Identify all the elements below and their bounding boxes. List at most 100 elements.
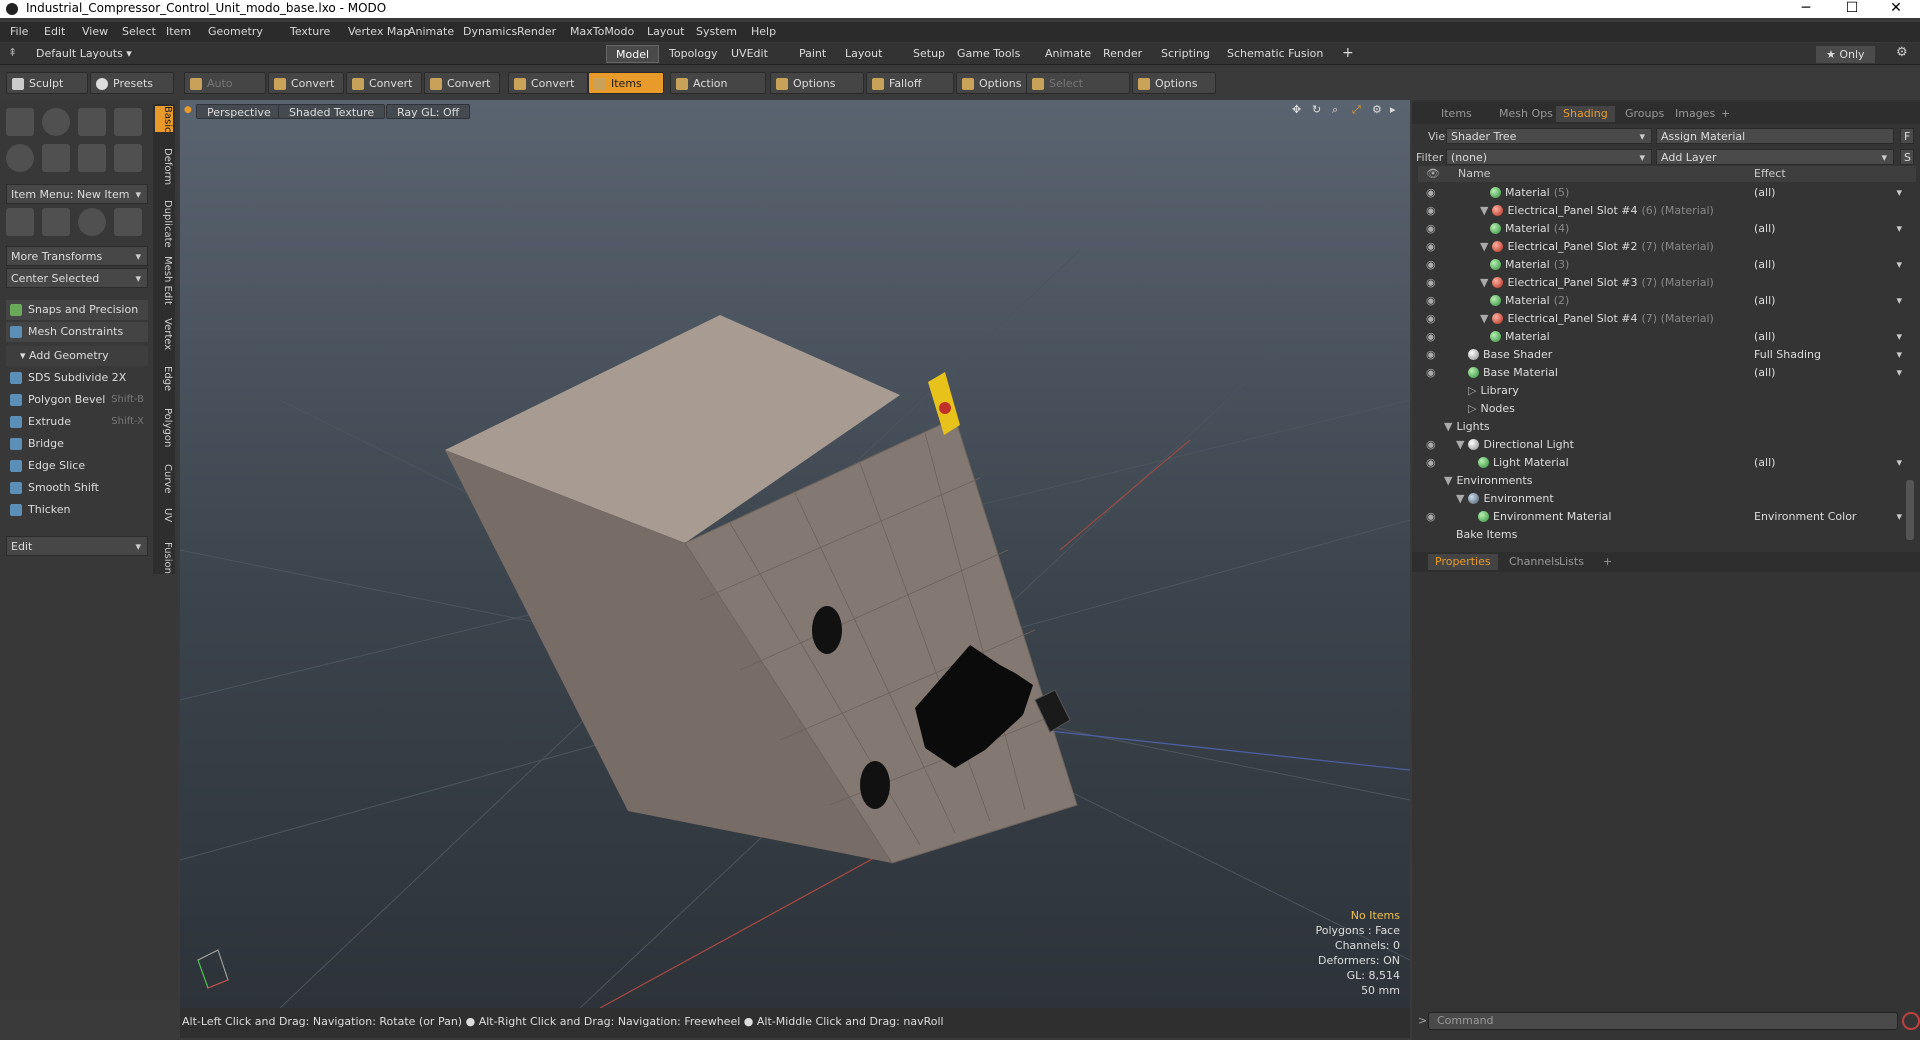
shading-tab-groups[interactable]: Groups [1618, 106, 1671, 122]
expand-arrow-icon[interactable]: ▼ [1456, 492, 1464, 505]
visibility-eye-icon[interactable]: ◉ [1426, 454, 1436, 472]
3d-viewport[interactable]: ● Perspective Shaded Texture Ray GL: Off… [180, 100, 1410, 1008]
menu-dynamics[interactable]: Dynamics [463, 25, 517, 38]
viewport-options-icon[interactable]: ● [184, 105, 192, 115]
minimize-button[interactable]: ─ [1786, 0, 1826, 16]
effect-dropdown[interactable]: (all) [1752, 184, 1904, 202]
filter-dropdown[interactable]: (none) [1446, 149, 1652, 166]
visibility-eye-icon[interactable]: ◉ [1426, 220, 1436, 238]
visibility-eye-icon[interactable]: ◉ [1426, 238, 1436, 256]
sphere-icon[interactable] [42, 108, 70, 136]
menu-vertex-map[interactable]: Vertex Map [348, 25, 410, 38]
perspective-dropdown[interactable]: Perspective [196, 104, 282, 119]
menu-system[interactable]: System [696, 25, 737, 38]
tool-extrude[interactable]: Extrude Shift-X [6, 412, 148, 432]
visibility-eye-icon[interactable]: ◉ [1426, 328, 1436, 346]
tree-row[interactable]: ▼ Lights [1418, 418, 1916, 436]
add-geometry-header[interactable]: ▾ Add Geometry [6, 346, 148, 366]
assign-material-button[interactable]: Assign Material [1656, 128, 1894, 144]
visibility-eye-icon[interactable]: ◉ [1426, 508, 1436, 526]
layout-tab-schematic-fusion[interactable]: Schematic Fusion [1218, 45, 1332, 63]
tree-row[interactable]: ◉ Light Material (all) [1418, 454, 1916, 472]
tree-row[interactable]: ▼ Environments [1418, 472, 1916, 490]
record-icon[interactable] [1902, 1012, 1920, 1030]
visibility-eye-icon[interactable]: ◉ [1426, 202, 1436, 220]
tree-row[interactable]: ◉ ▼ Electrical_Panel Slot #4 (6) (Material) [1418, 202, 1916, 220]
vtab-duplicate[interactable]: Duplicate [155, 200, 173, 248]
menu-animate[interactable]: Animate [408, 25, 454, 38]
shading-tab-items[interactable]: Items [1434, 106, 1479, 122]
visibility-eye-icon[interactable]: ◉ [1426, 184, 1436, 202]
expand-arrow-icon[interactable]: ▼ [1480, 240, 1488, 253]
layout-tab-render[interactable]: Render [1094, 45, 1151, 63]
expand-arrow-icon[interactable]: ▼ [1480, 204, 1488, 217]
expand-arrow-icon[interactable]: ▼ [1444, 420, 1452, 433]
tool-smooth-shift[interactable]: Smooth Shift [6, 478, 148, 498]
vtab-mesh-edit[interactable]: Mesh Edit [155, 256, 173, 305]
visibility-eye-icon[interactable]: ◉ [1426, 346, 1436, 364]
transform-icon[interactable] [6, 208, 34, 236]
menu-file[interactable]: File [10, 25, 28, 38]
expand-arrow-icon[interactable]: ▷ [1468, 384, 1476, 397]
tube-icon[interactable] [42, 144, 70, 172]
tree-row[interactable]: ◉ Material (5) (all) [1418, 184, 1916, 202]
zoom-icon[interactable]: ⌕ [1332, 103, 1338, 117]
toolbar-convert-button-3[interactable]: Convert [424, 72, 500, 94]
layout-tab-layout[interactable]: Layout [836, 45, 891, 63]
expand-arrow-icon[interactable]: ▷ [1468, 402, 1476, 415]
layout-tab-topology[interactable]: Topology [660, 45, 727, 63]
toolbar-options-button-7[interactable]: Options [770, 72, 864, 94]
cylinder-icon[interactable] [78, 108, 106, 136]
gear-icon[interactable]: ⚙ [1896, 45, 1908, 60]
tool-edge-slice[interactable]: Edge Slice [6, 456, 148, 476]
f-button[interactable]: F [1900, 128, 1914, 144]
tool-thicken[interactable]: Thicken [6, 500, 148, 520]
vtab-basic[interactable]: Basic [155, 106, 173, 133]
pin-icon[interactable]: ⇞ [8, 46, 17, 59]
toolbar-convert-button-2[interactable]: Convert [346, 72, 422, 94]
center-selected-dropdown[interactable]: Center Selected [6, 268, 148, 289]
vtab-curve[interactable]: Curve [155, 464, 173, 494]
visibility-eye-icon[interactable]: ◉ [1426, 274, 1436, 292]
toolbar-action-center-button-6[interactable]: Action Center [670, 72, 766, 112]
maximize-button[interactable]: ☐ [1832, 0, 1872, 16]
tree-row[interactable]: ◉ Base Shader Full Shading [1418, 346, 1916, 364]
presets-button[interactable]: Presets F6 [90, 72, 174, 112]
menu-item[interactable]: Item [166, 25, 191, 38]
tool-polygon-bevel[interactable]: Polygon Bevel Shift-B [6, 390, 148, 410]
expand-arrow-icon[interactable]: ▼ [1444, 474, 1452, 487]
default-layouts-dropdown[interactable]: Default Layouts ▾ [36, 47, 132, 60]
vtab-deform[interactable]: Deform [155, 148, 173, 185]
layout-tab-game-tools[interactable]: Game Tools [948, 45, 1029, 63]
name-column-header[interactable]: Name [1458, 166, 1490, 182]
edit-dropdown[interactable]: Edit [6, 536, 148, 557]
layout-tab-model[interactable]: Model [606, 45, 660, 63]
toolbar-options-button-11[interactable]: Options [1132, 72, 1216, 94]
tree-row[interactable]: ◉ Material (2) (all) [1418, 292, 1916, 310]
item-menu-dropdown[interactable]: Item Menu: New Item [6, 184, 148, 205]
grid-icon[interactable] [42, 208, 70, 236]
tree-row[interactable]: ◉ Material (3) (all) [1418, 256, 1916, 274]
torus-icon[interactable] [6, 144, 34, 172]
visibility-eye-icon[interactable]: ◉ [1426, 364, 1436, 382]
only-toggle[interactable]: ★ Only [1816, 46, 1875, 63]
toolbar-select-through-button-10[interactable]: Select Through [1026, 72, 1130, 112]
tree-row[interactable]: ◉ ▼ Electrical_Panel Slot #3 (7) (Material) [1418, 274, 1916, 292]
tree-row[interactable]: ◉ Environment Material Environment Color [1418, 508, 1916, 526]
prop-tab-lists[interactable]: Lists [1552, 554, 1591, 570]
menu-render[interactable]: Render [517, 25, 556, 38]
visibility-eye-icon[interactable]: ◉ [1426, 310, 1436, 328]
effect-dropdown[interactable]: (all) [1752, 364, 1904, 382]
layout-tab-paint[interactable]: Paint [790, 45, 835, 63]
mesh-constraints-button[interactable]: Mesh Constraints [6, 322, 148, 342]
tree-row[interactable]: ◉ ▼ Directional Light [1418, 436, 1916, 454]
pan-icon[interactable]: ✥ [1292, 103, 1301, 116]
tree-row[interactable]: ◉ Material (4) (all) [1418, 220, 1916, 238]
menu-help[interactable]: Help [751, 25, 776, 38]
toolbar-convert-button-1[interactable]: Convert [268, 72, 344, 94]
add-prop-tab-button[interactable]: + [1596, 554, 1619, 570]
cube-icon[interactable] [6, 108, 34, 136]
menu-texture[interactable]: Texture [290, 25, 330, 38]
vtab-uv[interactable]: UV [155, 508, 173, 522]
toolbar-falloff-button-8[interactable]: Falloff [866, 72, 954, 94]
